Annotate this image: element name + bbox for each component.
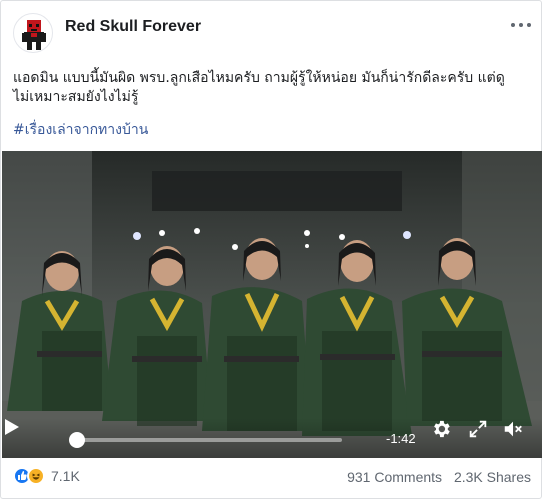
page-name[interactable]: Red Skull Forever	[65, 18, 201, 36]
comments-count-link[interactable]: 931 Comments	[347, 469, 442, 485]
post-card: Red Skull Forever แอดมิน แบบนี้มันผิด พร…	[0, 0, 542, 499]
video-controls: -1:42	[2, 418, 542, 458]
more-options-icon[interactable]	[511, 17, 531, 33]
page-avatar[interactable]	[13, 13, 53, 53]
post-footer: 7.1K 931 Comments 2.3K Shares	[13, 463, 531, 493]
reaction-count: 7.1K	[51, 468, 80, 484]
post-text-line-2: ไม่เหมาะสมยังไงไม่รู้	[13, 89, 139, 105]
post-text: แอดมิน แบบนี้มันผิด พรบ.ลูกเสือไหมครับ ถ…	[13, 69, 531, 107]
video-progress-bar[interactable]	[72, 438, 342, 442]
hashtag-link[interactable]: #เรื่องเล่าจากทางบ้าน	[13, 119, 148, 141]
haha-reaction-icon	[27, 467, 45, 485]
reactions-summary[interactable]: 7.1K	[13, 466, 80, 486]
time-remaining: -1:42	[386, 431, 416, 446]
volume-muted-icon[interactable]	[502, 418, 524, 440]
red-skull-avatar-icon	[22, 20, 46, 50]
post-header: Red Skull Forever	[13, 13, 531, 57]
post-text-line-1: แอดมิน แบบนี้มันผิด พรบ.ลูกเสือไหมครับ ถ…	[13, 70, 505, 86]
video-frame	[2, 151, 542, 458]
expand-icon[interactable]	[467, 418, 489, 440]
video-player[interactable]: -1:42	[2, 151, 542, 458]
shares-count-link[interactable]: 2.3K Shares	[454, 469, 531, 485]
video-scrubber-handle[interactable]	[69, 432, 86, 448]
engagement-stats: 931 Comments 2.3K Shares	[339, 469, 531, 485]
play-icon[interactable]	[2, 418, 20, 436]
gear-icon[interactable]	[430, 418, 452, 440]
